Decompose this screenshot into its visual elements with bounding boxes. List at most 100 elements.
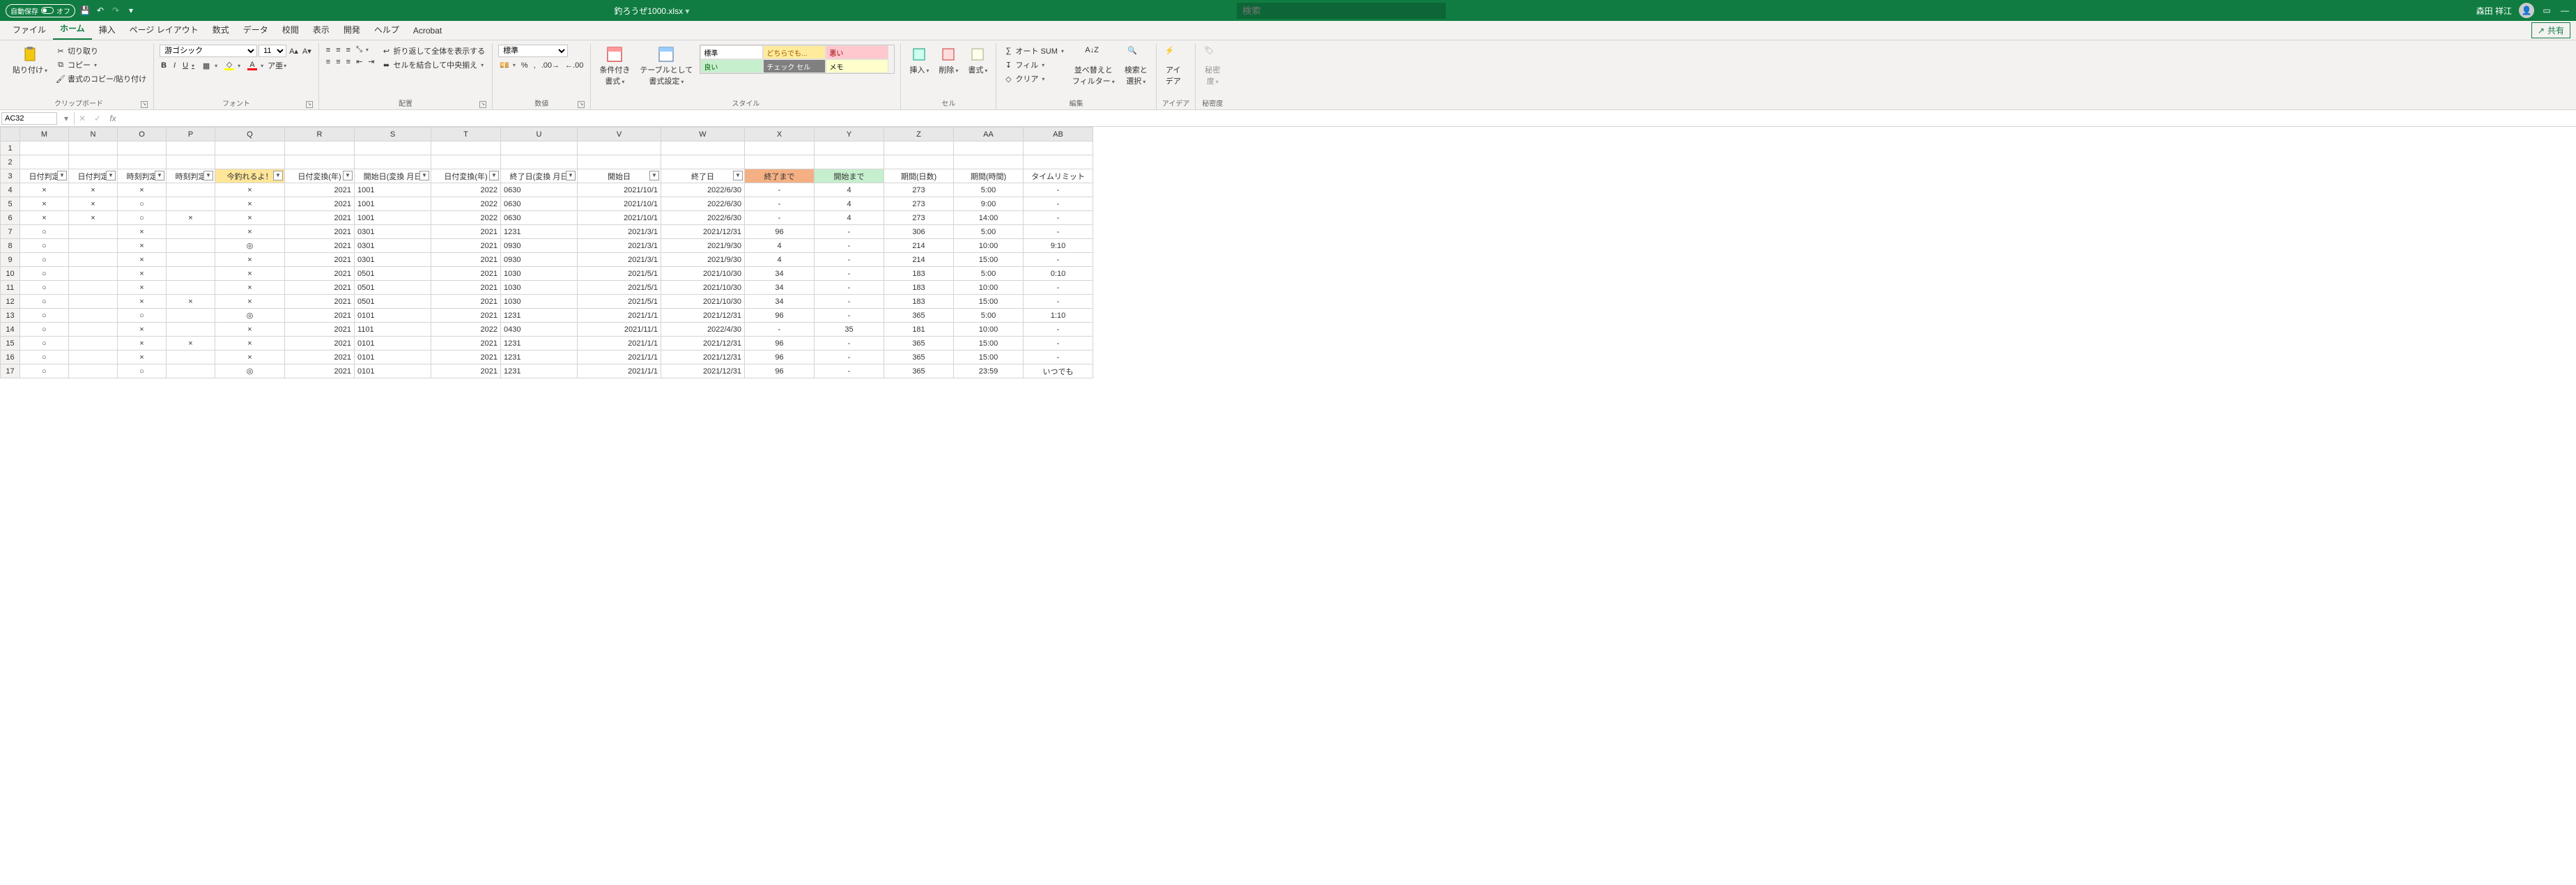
cell[interactable]: 0930 — [501, 253, 578, 267]
cell[interactable] — [285, 141, 355, 155]
comma-button[interactable]: , — [532, 60, 537, 70]
cell[interactable]: 2021/10/1 — [578, 183, 661, 197]
cell[interactable]: 2022/6/30 — [661, 183, 745, 197]
save-icon[interactable]: 💾 — [79, 5, 91, 16]
cell[interactable] — [745, 141, 815, 155]
cell[interactable]: 2021 — [285, 211, 355, 225]
cell[interactable]: 1001 — [355, 197, 431, 211]
cell[interactable]: 2021 — [431, 309, 501, 323]
cell[interactable]: × — [167, 337, 215, 351]
cell[interactable]: 96 — [745, 337, 815, 351]
cell[interactable]: × — [118, 239, 167, 253]
row-header[interactable]: 11 — [1, 281, 20, 295]
cell[interactable] — [69, 295, 118, 309]
align-launcher-icon[interactable]: ↘ — [479, 101, 486, 108]
cell[interactable]: 5:00 — [954, 267, 1024, 281]
style-0[interactable]: 標準 — [700, 45, 763, 59]
column-header-O[interactable]: O — [118, 128, 167, 141]
cell[interactable]: - — [1024, 295, 1093, 309]
cell[interactable]: 214 — [884, 239, 954, 253]
cell[interactable] — [884, 155, 954, 169]
cell[interactable]: ○ — [20, 239, 69, 253]
column-header-P[interactable]: P — [167, 128, 215, 141]
cell[interactable]: 5:00 — [954, 309, 1024, 323]
dec-decimal-button[interactable]: ←.00 — [564, 60, 585, 70]
cell[interactable] — [69, 253, 118, 267]
cell[interactable] — [1024, 141, 1093, 155]
cell[interactable]: × — [167, 295, 215, 309]
cell[interactable]: - — [1024, 337, 1093, 351]
cell[interactable] — [167, 197, 215, 211]
cell[interactable]: - — [745, 211, 815, 225]
cell[interactable]: 0101 — [355, 364, 431, 378]
sort-filter-button[interactable]: A↓Z並べ替えと フィルター — [1070, 45, 1118, 88]
cell[interactable]: ◎ — [215, 239, 285, 253]
table-header-cell[interactable]: タイムリミット — [1024, 169, 1093, 183]
cell[interactable]: × — [20, 183, 69, 197]
table-header-cell[interactable]: 開始日(変換 月日▼ — [355, 169, 431, 183]
cell[interactable] — [167, 309, 215, 323]
cell[interactable]: 2021 — [285, 309, 355, 323]
cell[interactable] — [578, 141, 661, 155]
cell[interactable]: 2021/3/1 — [578, 253, 661, 267]
cell[interactable] — [661, 141, 745, 155]
filter-dropdown-icon[interactable]: ▼ — [57, 171, 67, 180]
cell[interactable]: × — [118, 253, 167, 267]
row-header[interactable]: 17 — [1, 364, 20, 378]
cell[interactable]: 1101 — [355, 323, 431, 337]
column-header-Q[interactable]: Q — [215, 128, 285, 141]
cell[interactable] — [69, 141, 118, 155]
cell[interactable]: いつでも — [1024, 364, 1093, 378]
cell[interactable]: 306 — [884, 225, 954, 239]
style-4[interactable]: チェック セル — [763, 59, 826, 73]
cell[interactable]: - — [815, 253, 884, 267]
cell[interactable]: 2021/3/1 — [578, 225, 661, 239]
cell[interactable]: 183 — [884, 295, 954, 309]
row-header[interactable]: 3 — [1, 169, 20, 183]
worksheet-grid[interactable]: MNOPQRSTUVWXYZAAAB123日付判定▼日付判定▼時刻判定▼時刻判定… — [0, 127, 2576, 378]
cell[interactable]: - — [1024, 253, 1093, 267]
filter-dropdown-icon[interactable]: ▼ — [106, 171, 116, 180]
tab-数式[interactable]: 数式 — [206, 20, 236, 40]
column-header-S[interactable]: S — [355, 128, 431, 141]
minimize-icon[interactable]: — — [2559, 5, 2570, 16]
cell[interactable]: 2021/10/1 — [578, 211, 661, 225]
name-box[interactable] — [1, 112, 57, 125]
cell[interactable]: 0301 — [355, 225, 431, 239]
cell[interactable]: × — [20, 197, 69, 211]
table-header-cell[interactable]: 終了日(変換 月日▼ — [501, 169, 578, 183]
cell[interactable] — [167, 267, 215, 281]
delete-cells-button[interactable]: 削除 — [936, 45, 961, 77]
cell[interactable]: 1030 — [501, 267, 578, 281]
cell[interactable] — [285, 155, 355, 169]
cell[interactable]: 0101 — [355, 351, 431, 364]
cell[interactable]: × — [118, 295, 167, 309]
cell[interactable]: 0630 — [501, 211, 578, 225]
table-header-cell[interactable]: 終了日▼ — [661, 169, 745, 183]
cell[interactable]: 1231 — [501, 351, 578, 364]
cell[interactable] — [355, 155, 431, 169]
cell[interactable]: ○ — [20, 364, 69, 378]
column-header-V[interactable]: V — [578, 128, 661, 141]
column-header-M[interactable]: M — [20, 128, 69, 141]
cell[interactable]: 273 — [884, 197, 954, 211]
cell[interactable]: - — [1024, 197, 1093, 211]
cell[interactable] — [884, 141, 954, 155]
cell-styles-gallery[interactable]: 標準どちらでも...悪い良いチェック セルメモ — [700, 45, 895, 74]
cell[interactable]: ○ — [118, 309, 167, 323]
cell[interactable]: ○ — [118, 211, 167, 225]
cell[interactable]: 2021 — [285, 337, 355, 351]
select-all-corner[interactable] — [1, 128, 20, 141]
cell[interactable]: - — [1024, 281, 1093, 295]
cell[interactable]: - — [815, 281, 884, 295]
cell[interactable]: 34 — [745, 281, 815, 295]
style-3[interactable]: 良い — [700, 59, 763, 73]
row-header[interactable]: 6 — [1, 211, 20, 225]
row-header[interactable]: 9 — [1, 253, 20, 267]
cell[interactable]: 1001 — [355, 211, 431, 225]
filter-dropdown-icon[interactable]: ▼ — [419, 171, 429, 180]
cell[interactable]: 365 — [884, 351, 954, 364]
cell[interactable]: 2021/12/31 — [661, 364, 745, 378]
cell[interactable]: - — [815, 239, 884, 253]
cell[interactable] — [815, 155, 884, 169]
